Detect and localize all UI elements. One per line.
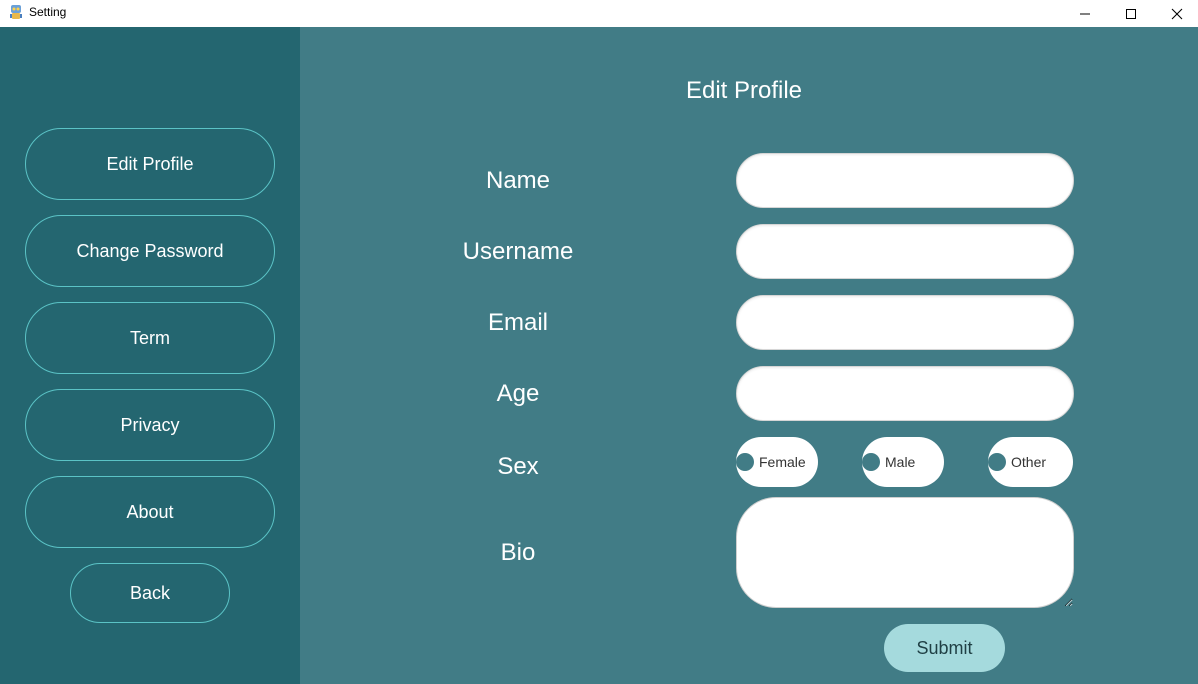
age-field[interactable]	[736, 366, 1074, 421]
sidebar-item-label: About	[126, 501, 174, 522]
edit-profile-panel: Edit Profile Name Username Email Age Sex…	[300, 27, 1198, 684]
sidebar-item-about[interactable]: About	[25, 476, 275, 548]
email-field[interactable]	[736, 295, 1074, 350]
submit-button[interactable]: Submit	[884, 624, 1005, 672]
sidebar-item-edit-profile[interactable]: Edit Profile	[25, 128, 275, 200]
radio-button[interactable]	[988, 453, 1006, 471]
back-button-label: Back	[129, 582, 171, 603]
name-field[interactable]	[736, 153, 1074, 208]
submit-button-label: Submit	[916, 637, 973, 658]
sex-radio-other[interactable]: Other	[988, 437, 1073, 487]
radio-label-other: Other	[1011, 454, 1047, 470]
radio-button[interactable]	[736, 453, 754, 471]
sidebar-item-term[interactable]: Term	[25, 302, 275, 374]
username-label: Username	[462, 238, 574, 265]
maximize-icon	[1126, 8, 1136, 19]
page-title: Edit Profile	[685, 77, 803, 104]
app-icon	[8, 4, 24, 20]
close-icon	[1171, 8, 1183, 19]
sidebar-item-label: Term	[130, 327, 170, 348]
window-title: Setting	[29, 5, 67, 19]
bio-textarea[interactable]	[736, 497, 1074, 608]
radio-label-female: Female	[759, 454, 806, 470]
radio-label-male: Male	[885, 454, 916, 470]
radio-button[interactable]	[862, 453, 880, 471]
age-label: Age	[496, 380, 540, 407]
maximize-button[interactable]	[1108, 0, 1154, 27]
sidebar: Edit Profile Change Password Term Privac…	[0, 27, 300, 684]
sex-radio-male[interactable]: Male	[862, 437, 944, 487]
sidebar-item-label: Change Password	[76, 240, 224, 261]
email-label: Email	[487, 309, 548, 336]
sidebar-item-label: Edit Profile	[106, 153, 194, 174]
bio-label: Bio	[500, 539, 536, 566]
username-field[interactable]	[736, 224, 1074, 279]
sex-radio-female[interactable]: Female	[736, 437, 818, 487]
close-button[interactable]	[1154, 0, 1198, 27]
title-bar: Setting	[0, 0, 1198, 27]
sidebar-item-privacy[interactable]: Privacy	[25, 389, 275, 461]
back-button[interactable]: Back	[70, 563, 230, 623]
minimize-icon	[1080, 13, 1090, 14]
sidebar-item-change-password[interactable]: Change Password	[25, 215, 275, 287]
sex-label: Sex	[497, 453, 539, 480]
name-label: Name	[485, 167, 551, 194]
minimize-button[interactable]	[1062, 0, 1108, 27]
sidebar-item-label: Privacy	[120, 414, 180, 435]
